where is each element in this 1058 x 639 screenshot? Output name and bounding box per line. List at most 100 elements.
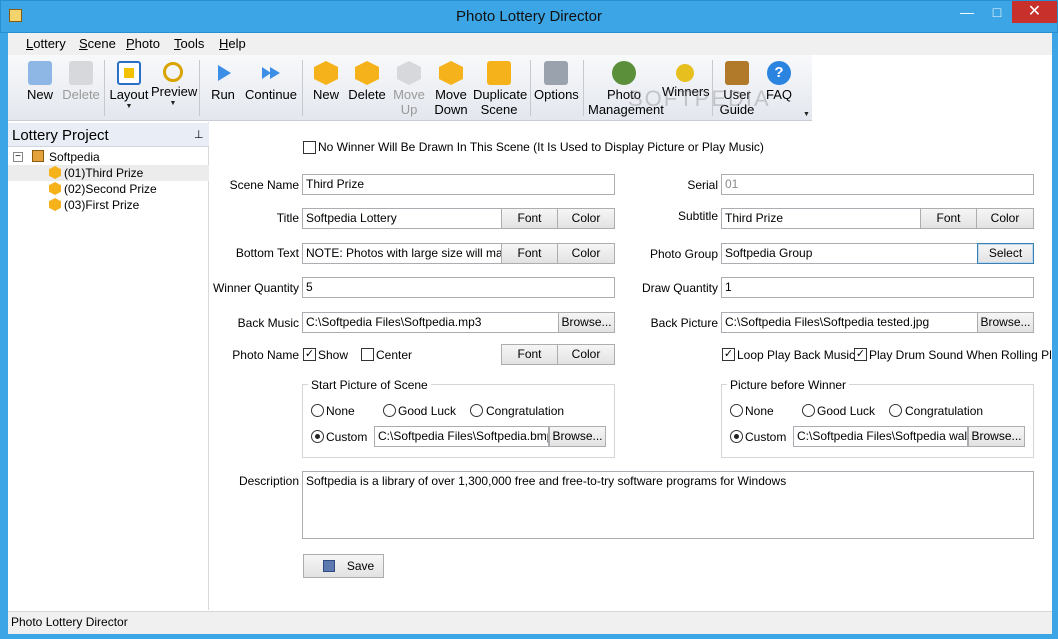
start-custom-path-input[interactable]: C:\Softpedia Files\Softpedia.bmp	[374, 426, 549, 447]
photo-name-font-button[interactable]: Font	[501, 344, 558, 365]
start-none-label: None	[326, 404, 355, 418]
draw-quantity-input[interactable]: 1	[721, 277, 1034, 298]
window-frame-bottom	[0, 634, 1058, 639]
tree-root[interactable]: − Softpedia	[8, 149, 209, 165]
tree-item-label: (02)Second Prize	[64, 182, 157, 196]
show-checkbox[interactable]: ✓	[303, 348, 316, 361]
winner-custom-browse-button[interactable]: Browse...	[968, 426, 1025, 447]
move-up-button[interactable]: Move Up	[392, 58, 426, 118]
pin-icon[interactable]: ⊥	[194, 128, 204, 141]
menu-scene[interactable]: Scene	[79, 36, 116, 51]
tree-item-scene[interactable]: (02)Second Prize	[8, 181, 209, 197]
continue-label: Continue	[244, 87, 298, 102]
subtitle-color-button[interactable]: Color	[976, 208, 1034, 229]
start-good-luck-label: Good Luck	[398, 404, 457, 418]
options-button[interactable]: Options	[534, 58, 579, 118]
preview-label: Preview	[151, 84, 198, 99]
start-congratulation-radio[interactable]	[470, 404, 483, 417]
new-lottery-button[interactable]: New	[22, 58, 58, 118]
photo-name-color-button[interactable]: Color	[557, 344, 615, 365]
toolbar-empty-area	[812, 55, 1052, 121]
new-scene-button[interactable]: New	[309, 58, 343, 118]
minimize-button[interactable]: —	[952, 1, 982, 23]
subtitle-input[interactable]: Third Prize	[721, 208, 921, 229]
toolbar-separator	[302, 60, 303, 116]
subtitle-font-button[interactable]: Font	[920, 208, 977, 229]
duplicate-scene-button[interactable]: Duplicate Scene	[473, 58, 527, 118]
run-label: Run	[211, 87, 235, 102]
continue-button[interactable]: Continue	[244, 58, 298, 118]
bottom-text-color-button[interactable]: Color	[557, 243, 615, 264]
project-icon	[32, 150, 44, 162]
move-down-label: Move Down	[434, 87, 468, 117]
start-custom-browse-button[interactable]: Browse...	[549, 426, 606, 447]
menu-help[interactable]: Help	[219, 36, 246, 51]
close-button[interactable]: ✕	[1012, 1, 1057, 23]
winner-good-luck-label: Good Luck	[817, 404, 876, 418]
drum-sound-checkbox[interactable]: ✓	[854, 348, 867, 361]
winner-none-radio[interactable]	[730, 404, 743, 417]
select-group-button[interactable]: Select	[977, 243, 1034, 264]
photo-group-input[interactable]: Softpedia Group	[721, 243, 978, 264]
tree-item-scene[interactable]: (01)Third Prize	[8, 165, 209, 181]
collapse-icon[interactable]: −	[13, 152, 23, 162]
back-music-browse-button[interactable]: Browse...	[558, 312, 615, 333]
window-frame-right	[1052, 33, 1058, 639]
delete-scene-button[interactable]: Delete	[347, 58, 387, 118]
panel-title: Lottery Project	[12, 127, 109, 144]
maximize-button[interactable]: □	[982, 1, 1012, 23]
menu-lottery[interactable]: Lottery	[26, 36, 66, 51]
move-up-label: Move Up	[393, 87, 425, 117]
tree-item-scene[interactable]: (03)First Prize	[8, 197, 209, 213]
floppy-icon	[323, 560, 335, 572]
winner-good-luck-radio[interactable]	[802, 404, 815, 417]
title-color-button[interactable]: Color	[557, 208, 615, 229]
bottom-text-font-button[interactable]: Font	[501, 243, 558, 264]
winner-quantity-input[interactable]: 5	[302, 277, 615, 298]
serial-input[interactable]: 01	[721, 174, 1034, 195]
title-font-button[interactable]: Font	[501, 208, 558, 229]
back-picture-browse-button[interactable]: Browse...	[977, 312, 1034, 333]
start-none-radio[interactable]	[311, 404, 324, 417]
center-checkbox[interactable]	[361, 348, 374, 361]
no-winner-checkbox[interactable]	[303, 141, 316, 154]
save-button[interactable]: Save	[303, 554, 384, 578]
delete-lottery-icon	[69, 61, 93, 85]
drum-sound-label: Play Drum Sound When Rolling Photos	[869, 348, 1051, 362]
layout-button[interactable]: Layout ▼	[109, 58, 149, 118]
title-input[interactable]: Softpedia Lottery	[302, 208, 502, 229]
scene-name-input[interactable]: Third Prize	[302, 174, 615, 195]
tree-root-label: Softpedia	[49, 150, 100, 164]
loop-music-checkbox[interactable]: ✓	[722, 348, 735, 361]
winner-custom-path-input[interactable]: C:\Softpedia Files\Softpedia wallpaper.j…	[793, 426, 968, 447]
description-label: Description	[238, 474, 299, 488]
winner-congratulation-radio[interactable]	[889, 404, 902, 417]
move-down-button[interactable]: Move Down	[432, 58, 470, 118]
winner-custom-radio[interactable]	[730, 430, 743, 443]
magnifier-icon	[163, 62, 183, 82]
delete-lottery-button[interactable]: Delete	[62, 58, 100, 118]
back-music-input[interactable]: C:\Softpedia Files\Softpedia.mp3	[302, 312, 559, 333]
show-label: Show	[318, 348, 349, 362]
back-picture-input[interactable]: C:\Softpedia Files\Softpedia tested.jpg	[721, 312, 978, 333]
new-scene-label: New	[312, 87, 339, 102]
toolbar-overflow-icon[interactable]: ▼	[803, 110, 810, 119]
no-winner-label: No Winner Will Be Drawn In This Scene (I…	[318, 140, 764, 154]
layout-dropdown-icon[interactable]: ▼	[109, 102, 149, 111]
start-custom-radio[interactable]	[311, 430, 324, 443]
move-up-icon	[397, 61, 421, 85]
menu-photo[interactable]: Photo	[126, 36, 160, 51]
winner-congratulation-label: Congratulation	[905, 404, 984, 418]
start-good-luck-radio[interactable]	[383, 404, 396, 417]
menu-bar	[8, 33, 1052, 55]
preview-button[interactable]: Preview ▼	[151, 58, 198, 118]
description-textarea[interactable]: Softpedia is a library of over 1,300,000…	[302, 471, 1034, 539]
bottom-text-input[interactable]: NOTE: Photos with large size will make p	[302, 243, 502, 264]
start-picture-title: Start Picture of Scene	[308, 378, 431, 392]
preview-dropdown-icon[interactable]: ▼	[151, 99, 195, 108]
book-icon	[725, 61, 749, 85]
run-button[interactable]: Run	[206, 58, 240, 118]
scene-icon	[49, 198, 61, 211]
menu-tools[interactable]: Tools	[174, 36, 204, 51]
help-icon: ?	[767, 61, 791, 85]
